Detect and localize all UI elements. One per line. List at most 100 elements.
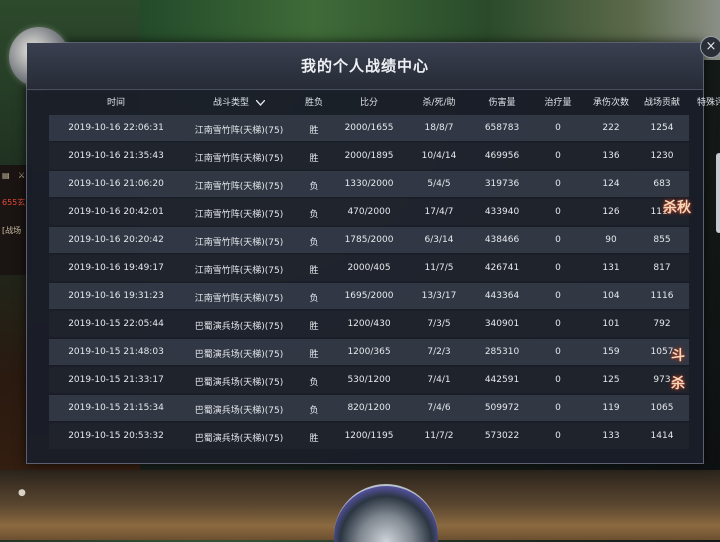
cell-damage: 442591	[484, 375, 520, 385]
cell-result: 负	[309, 294, 319, 304]
cell-mode: 江南雪竹阵(天梯)(75)	[194, 266, 284, 276]
table-header: 时间 战斗类型 胜负 比分 杀/死/助 伤害量 治疗量 承伤次数 战场贡献 特殊…	[49, 89, 720, 113]
cell-mode: 巴蜀演兵场(天梯)(75)	[194, 350, 284, 360]
cell-hurt: 124	[602, 179, 620, 189]
cell-kda: 7/4/1	[427, 375, 451, 385]
cell-mode: 江南雪竹阵(天梯)(75)	[194, 294, 284, 304]
cell-hurt: 136	[602, 151, 620, 161]
table-row[interactable]: 2019-10-16 20:20:42 江南雪竹阵(天梯)(75) 负 1785/20…	[49, 227, 689, 253]
cell-damage: 319736	[484, 179, 520, 189]
scrollbar[interactable]	[716, 153, 720, 233]
close-button[interactable]: ×	[700, 36, 720, 58]
cell-score: 1200/365	[347, 347, 391, 357]
cell-result: 胜	[309, 350, 319, 360]
cell-heal: 0	[555, 403, 561, 413]
cell-kda: 18/8/7	[424, 123, 454, 133]
hud-document-icon[interactable]: ▤	[2, 171, 10, 180]
cell-time: 2019-10-15 21:33:17	[68, 375, 164, 385]
cell-heal: 0	[555, 179, 561, 189]
col-mode-label: 战斗类型	[213, 98, 250, 108]
cell-score: 2000/405	[347, 263, 391, 273]
cell-hurt: 119	[602, 403, 620, 413]
col-damage: 伤害量	[488, 98, 516, 108]
cell-contrib: 817	[653, 263, 671, 273]
table-row[interactable]: 2019-10-15 20:53:32 巴蜀演兵场(天梯)(75) 胜 1200/11…	[49, 423, 689, 449]
col-eval: 特殊评价	[696, 98, 720, 108]
cell-heal: 0	[555, 123, 561, 133]
cell-mode: 巴蜀演兵场(天梯)(75)	[194, 378, 284, 388]
panel-title: 我的个人战绩中心	[27, 43, 703, 90]
cell-time: 2019-10-15 22:05:44	[68, 319, 164, 329]
col-heal: 治疗量	[544, 98, 572, 108]
cell-time: 2019-10-15 20:53:32	[68, 431, 164, 441]
cell-heal: 0	[555, 207, 561, 217]
cell-score: 1330/2000	[344, 179, 394, 189]
cell-result: 胜	[309, 322, 319, 332]
cell-kda: 7/2/3	[427, 347, 451, 357]
cell-heal: 0	[555, 431, 561, 441]
table-row[interactable]: 2019-10-15 22:05:44 巴蜀演兵场(天梯)(75) 胜 1200/43…	[49, 311, 689, 337]
cell-score: 1785/2000	[344, 235, 394, 245]
table-row[interactable]: 2019-10-15 21:33:17 巴蜀演兵场(天梯)(75) 负 530/120…	[49, 367, 689, 393]
cell-contrib: 1116	[650, 291, 674, 301]
cell-result: 负	[309, 182, 319, 192]
cell-time: 2019-10-16 21:06:20	[68, 179, 164, 189]
cell-result: 胜	[309, 126, 319, 136]
cell-result: 胜	[309, 266, 319, 276]
cell-mode: 江南雪竹阵(天梯)(75)	[194, 126, 284, 136]
person-icon: ●	[18, 488, 26, 498]
table-row[interactable]: 2019-10-16 21:35:43 江南雪竹阵(天梯)(75) 胜 2000/18…	[49, 143, 689, 169]
col-kda: 杀/死/助	[422, 98, 456, 108]
cell-kda: 7/4/6	[427, 403, 451, 413]
cell-heal: 0	[555, 291, 561, 301]
table-row[interactable]: 2019-10-16 22:06:31 江南雪竹阵(天梯)(75) 胜 2000/16…	[49, 115, 689, 141]
cell-kda: 11/7/2	[424, 431, 454, 441]
cell-hurt: 125	[602, 375, 620, 385]
cell-damage: 509972	[484, 403, 520, 413]
cell-hurt: 101	[602, 319, 620, 329]
award-b-bottom: 杀	[671, 376, 685, 392]
cell-score: 1200/1195	[344, 431, 394, 441]
col-mode[interactable]: 战斗类型	[179, 95, 299, 108]
table-row[interactable]: 2019-10-15 21:48:03 巴蜀演兵场(天梯)(75) 胜 1200/36…	[49, 339, 689, 365]
cell-score: 1200/430	[347, 319, 391, 329]
cell-score: 2000/1655	[344, 123, 394, 133]
cell-damage: 438466	[484, 235, 520, 245]
table-row[interactable]: 2019-10-16 20:42:01 江南雪竹阵(天梯)(75) 负 470/200…	[49, 199, 689, 225]
col-contrib: 战场贡献	[643, 98, 680, 108]
cell-time: 2019-10-16 22:06:31	[68, 123, 164, 133]
cell-result: 胜	[309, 154, 319, 164]
cell-result: 负	[309, 210, 319, 220]
cell-heal: 0	[555, 235, 561, 245]
cell-kda: 5/4/5	[427, 179, 451, 189]
cell-time: 2019-10-15 21:48:03	[68, 347, 164, 357]
cell-score: 530/1200	[347, 375, 391, 385]
cell-kda: 11/7/5	[424, 263, 454, 273]
hud-sword-icon[interactable]: ⚔	[18, 171, 25, 180]
cell-hurt: 131	[602, 263, 620, 273]
award-a: 杀秋	[663, 200, 691, 216]
cell-mode: 江南雪竹阵(天梯)(75)	[194, 238, 284, 248]
cell-hurt: 90	[605, 235, 617, 245]
cell-kda: 13/3/17	[421, 291, 457, 301]
cell-kda: 7/3/5	[427, 319, 451, 329]
cell-heal: 0	[555, 347, 561, 357]
cell-damage: 443364	[484, 291, 520, 301]
cell-mode: 江南雪竹阵(天梯)(75)	[194, 154, 284, 164]
cell-damage: 469956	[484, 151, 520, 161]
cell-hurt: 104	[602, 291, 620, 301]
cell-score: 1695/2000	[344, 291, 394, 301]
cell-damage: 426741	[484, 263, 520, 273]
cell-result: 负	[309, 238, 319, 248]
cell-hurt: 222	[602, 123, 620, 133]
cell-kda: 10/4/14	[421, 151, 457, 161]
cell-mode: 巴蜀演兵场(天梯)(75)	[194, 322, 284, 332]
cell-kda: 6/3/14	[424, 235, 454, 245]
cell-mode: 巴蜀演兵场(天梯)(75)	[194, 406, 284, 416]
chevron-down-icon[interactable]	[255, 99, 265, 106]
table-row[interactable]: 2019-10-16 19:31:23 江南雪竹阵(天梯)(75) 负 1695/20…	[49, 283, 689, 309]
table-row[interactable]: 2019-10-15 21:15:34 巴蜀演兵场(天梯)(75) 负 820/120…	[49, 395, 689, 421]
table-row[interactable]: 2019-10-16 19:49:17 江南雪竹阵(天梯)(75) 胜 2000/40…	[49, 255, 689, 281]
table-row[interactable]: 2019-10-16 21:06:20 江南雪竹阵(天梯)(75) 负 1330/20…	[49, 171, 689, 197]
cell-damage: 340901	[484, 319, 520, 329]
